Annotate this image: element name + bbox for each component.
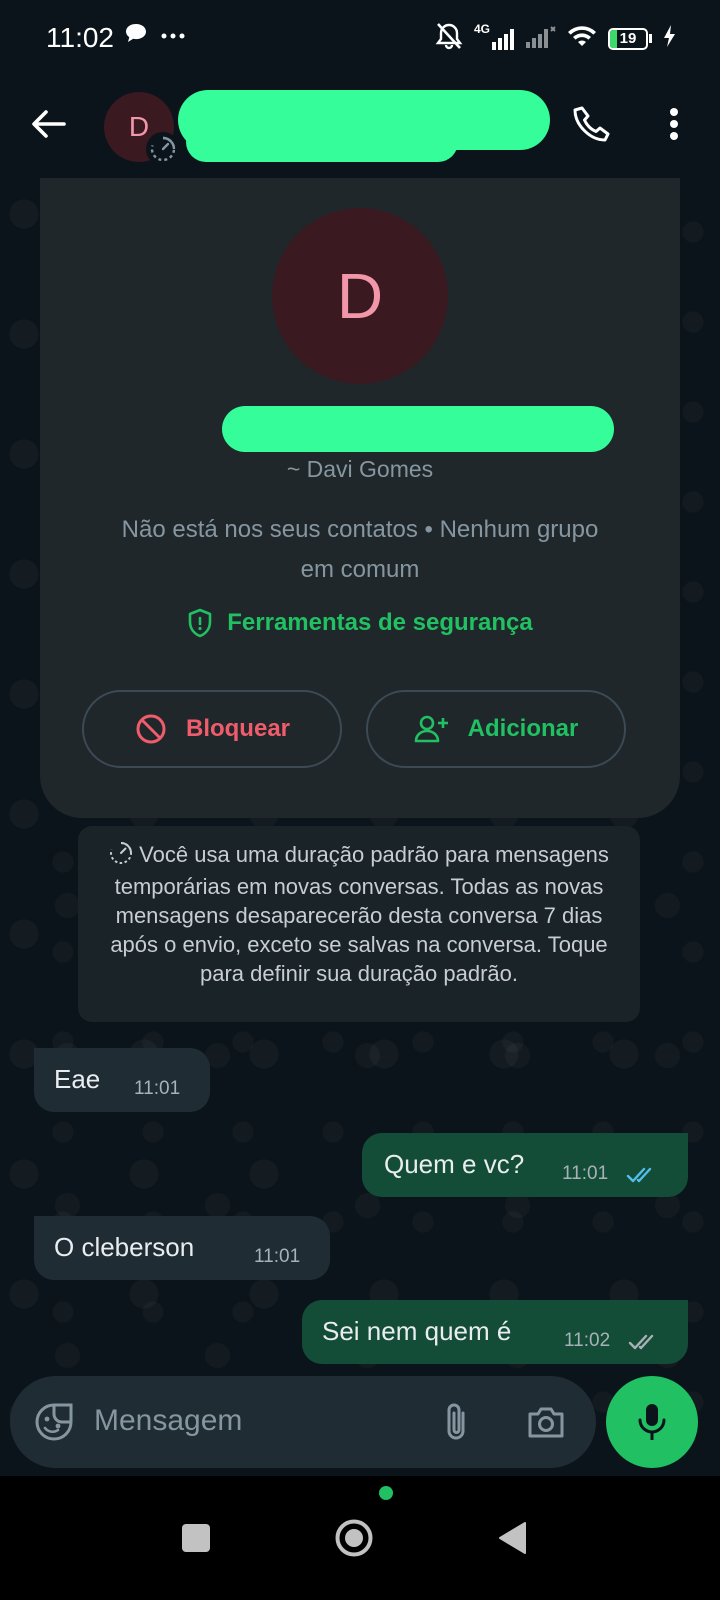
- block-icon: [136, 714, 166, 744]
- microphone-icon: [638, 1404, 666, 1440]
- chat-notification-icon: [124, 22, 148, 49]
- disappearing-timer-icon: [109, 841, 133, 872]
- mute-bell-icon: [434, 22, 464, 55]
- status-right-icons: 4G 19: [434, 22, 676, 55]
- charging-bolt-icon: [662, 24, 676, 53]
- message-text: Quem e vc?: [384, 1149, 525, 1179]
- battery-icon: 19: [608, 27, 652, 50]
- attach-button[interactable]: [432, 1398, 480, 1446]
- chat-header: D: [0, 78, 720, 178]
- arrow-back-icon: [32, 110, 66, 138]
- add-person-icon: [414, 715, 448, 743]
- message-time: 11:01: [562, 1163, 609, 1184]
- contact-info-card: D ~ Davi Gomes Não está nos seus contato…: [40, 178, 680, 818]
- system-back-button[interactable]: [476, 1502, 548, 1574]
- more-options-button[interactable]: [648, 98, 700, 150]
- paperclip-icon: [447, 1403, 465, 1440]
- shield-icon: [188, 608, 212, 638]
- message-bubble-outgoing[interactable]: Sei nem quem é 11:02: [302, 1300, 688, 1364]
- message-bubble-incoming[interactable]: O cleberson 11:01: [34, 1216, 330, 1280]
- circle-home-icon: [335, 1519, 373, 1557]
- voice-record-button[interactable]: [606, 1376, 698, 1468]
- delivered-receipt-icon: [628, 1334, 654, 1350]
- contact-avatar-initial: D: [336, 260, 384, 332]
- message-text: O cleberson: [54, 1232, 195, 1262]
- block-button[interactable]: Bloquear: [82, 690, 342, 768]
- contact-avatar[interactable]: D: [272, 208, 448, 384]
- contact-status-text: Não está nos seus contatos • Nenhum grup…: [121, 516, 599, 583]
- more-vert-icon: [670, 108, 678, 140]
- message-time: 11:01: [134, 1078, 181, 1099]
- back-button[interactable]: [24, 100, 72, 148]
- header-avatar-initial: D: [128, 111, 150, 142]
- block-label: Bloquear: [185, 715, 290, 742]
- sticker-button[interactable]: [30, 1398, 78, 1446]
- disappearing-notice-text: Você usa uma duração padrão para mensage…: [110, 842, 609, 986]
- status-time: 11:02: [46, 22, 114, 53]
- add-contact-label: Adicionar: [467, 715, 579, 742]
- voice-call-button[interactable]: [566, 98, 618, 150]
- phone-call-icon: [573, 106, 610, 142]
- message-text: Eae: [54, 1064, 101, 1094]
- sticker-icon: [35, 1403, 73, 1441]
- add-contact-button[interactable]: Adicionar: [366, 690, 626, 768]
- disappearing-timer-icon: [146, 132, 180, 166]
- redaction-mark: [222, 406, 614, 452]
- chat-area[interactable]: D ~ Davi Gomes Não está nos seus contato…: [0, 178, 720, 1498]
- message-composer: [10, 1376, 596, 1468]
- message-bubble-outgoing[interactable]: Quem e vc? 11:01: [362, 1133, 688, 1197]
- status-bar: 11:02 4G 19: [0, 0, 720, 78]
- triangle-back-icon: [499, 1522, 526, 1554]
- disappearing-messages-notice[interactable]: Você usa uma duração padrão para mensage…: [78, 826, 640, 1022]
- square-icon: [182, 1524, 210, 1552]
- recents-button[interactable]: [160, 1502, 232, 1574]
- battery-level-text: 19: [619, 29, 637, 47]
- camera-button[interactable]: [522, 1398, 570, 1446]
- status-left-icons: [124, 22, 186, 49]
- safety-tools-label: Ferramentas de segurança: [227, 609, 533, 636]
- signal-sim2-icon: [524, 24, 556, 53]
- message-time: 11:01: [254, 1246, 301, 1267]
- mic-in-use-indicator: [379, 1486, 393, 1500]
- wifi-icon: [566, 24, 598, 53]
- more-notifications-icon: [160, 27, 186, 45]
- message-bubble-incoming[interactable]: Eae 11:01: [34, 1048, 210, 1112]
- read-receipt-icon: [626, 1167, 652, 1183]
- system-navigation-bar: [0, 1476, 720, 1600]
- safety-tools-link[interactable]: Ferramentas de segurança: [40, 608, 680, 638]
- home-button[interactable]: [318, 1502, 390, 1574]
- message-time: 11:02: [564, 1330, 611, 1351]
- contact-pushname: ~ Davi Gomes: [286, 456, 434, 482]
- signal-4g-icon: 4G: [474, 22, 514, 52]
- camera-icon: [528, 1407, 564, 1438]
- message-input[interactable]: [94, 1404, 414, 1438]
- redaction-mark: [186, 122, 458, 162]
- message-text: Sei nem quem é: [322, 1316, 512, 1346]
